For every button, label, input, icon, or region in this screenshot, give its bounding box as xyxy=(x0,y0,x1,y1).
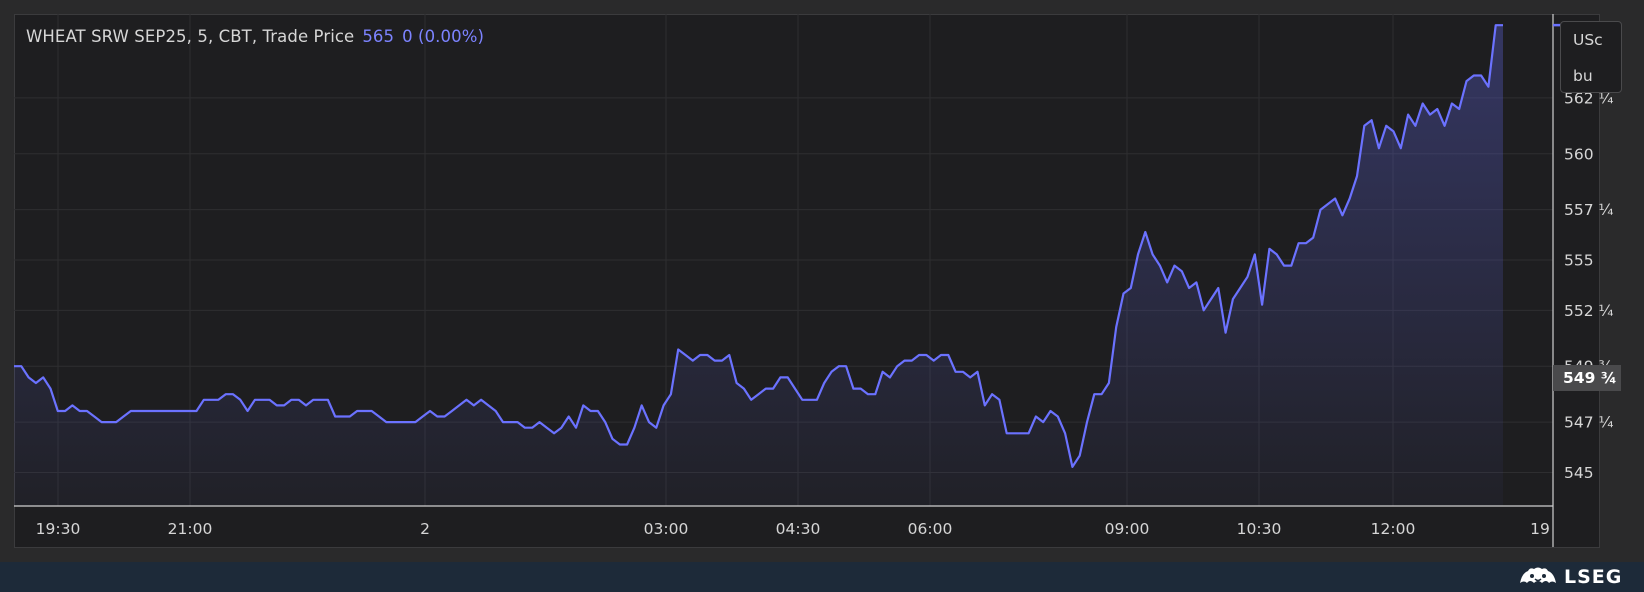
chart-legend: WHEAT SRW SEP25, 5, CBT, Trade Price 565 0… xyxy=(26,27,484,46)
x-axis-ticks: 19:30 21:00 2 03:00 04:30 06:00 09:00 10:30 12:0… xyxy=(36,520,1550,538)
footer-bar xyxy=(0,562,1644,592)
y-tick-label: 555 xyxy=(1564,252,1594,270)
x-tick-label: 12:00 xyxy=(1371,520,1416,538)
legend-last-value: 565 xyxy=(362,27,395,46)
brand-name: LSEG xyxy=(1564,566,1623,588)
last-price-badge: 549 ¾ xyxy=(1553,365,1621,391)
x-tick-label: 10:30 xyxy=(1237,520,1282,538)
x-tick-label: 19:30 xyxy=(36,520,81,538)
y-tick-label: 547 ¼ xyxy=(1564,414,1614,432)
unit-currency: USc xyxy=(1573,31,1603,49)
legend-instrument: WHEAT SRW SEP25, 5, CBT, Trade Price xyxy=(26,27,355,46)
x-tick-label: 06:00 xyxy=(908,520,953,538)
x-tick-label: 09:00 xyxy=(1105,520,1150,538)
unit-selector[interactable]: USc bu xyxy=(1560,21,1622,93)
x-tick-label: 19 xyxy=(1530,520,1550,538)
legend-change: 0 (0.00%) xyxy=(402,27,485,46)
x-tick-label: 03:00 xyxy=(644,520,689,538)
unit-measure: bu xyxy=(1573,67,1593,85)
x-tick-label: 21:00 xyxy=(168,520,213,538)
series-area-fill xyxy=(14,25,1503,506)
x-tick-label: 04:30 xyxy=(776,520,821,538)
y-axis-ticks: 545547 ¼549 ¾552 ¼555557 ¼560562 ¼ xyxy=(1564,89,1614,482)
price-chart[interactable]: 19:30 21:00 2 03:00 04:30 06:00 09:00 10:30 12:0… xyxy=(0,0,1644,562)
lseg-logo: LSEG xyxy=(1518,562,1622,592)
y-tick-label: 557 ¼ xyxy=(1564,201,1614,219)
lion-icon xyxy=(1520,567,1556,583)
y-tick-label: 560 xyxy=(1564,145,1594,163)
y-tick-label: 552 ¼ xyxy=(1564,302,1614,320)
x-tick-label: 2 xyxy=(420,520,430,538)
y-tick-label: 545 xyxy=(1564,464,1594,482)
